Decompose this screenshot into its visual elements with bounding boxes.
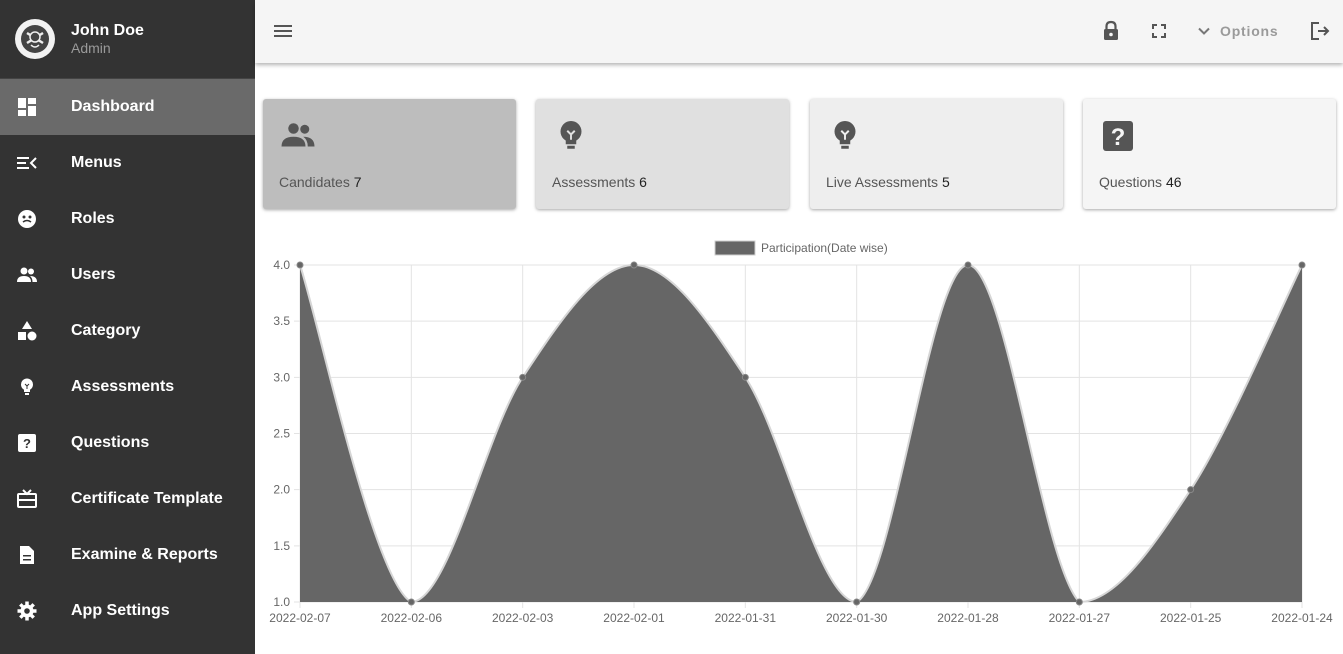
y-tick-label: 2.5 [273, 427, 290, 441]
x-tick-label: 2022-02-01 [603, 611, 665, 625]
sidebar-item-label: Examine & Reports [71, 546, 218, 563]
x-tick-label: 2022-01-25 [1160, 611, 1222, 625]
card-count: 5 [941, 174, 950, 190]
svg-text:?: ? [23, 436, 31, 451]
x-tick-label: 2022-01-31 [715, 611, 777, 625]
user-profile: John Doe Admin [0, 0, 255, 79]
data-point [964, 261, 972, 269]
sidebar-item-assessments[interactable]: Assessments [0, 359, 255, 415]
sidebar-item-label: Dashboard [71, 98, 155, 115]
legend-swatch [714, 240, 756, 256]
users-icon [17, 265, 37, 285]
x-tick-label: 2022-02-07 [269, 611, 331, 625]
hamburger-icon[interactable] [271, 19, 295, 43]
sidebar-item-questions[interactable]: ? Questions [0, 415, 255, 471]
sidebar-item-examine-reports[interactable]: Examine & Reports [0, 527, 255, 583]
avatar[interactable] [15, 19, 55, 59]
logout-icon[interactable] [1308, 19, 1332, 43]
data-point [407, 598, 415, 606]
fullscreen-icon[interactable] [1147, 19, 1171, 43]
data-point [1298, 261, 1306, 269]
sidebar-item-app-settings[interactable]: App Settings [0, 583, 255, 639]
card-count: 46 [1165, 174, 1182, 190]
x-tick-label: 2022-01-27 [1049, 611, 1111, 625]
card-label: Live Assessments 5 [826, 174, 950, 190]
sidebar-item-certificate-template[interactable]: Certificate Template [0, 471, 255, 527]
x-tick-label: 2022-01-24 [1271, 611, 1333, 625]
sidebar-nav: Dashboard Menus Roles Users Category Ass… [0, 79, 255, 639]
options-label: Options [1220, 23, 1279, 39]
lightbulb-icon [17, 377, 37, 397]
data-point [1075, 598, 1083, 606]
gear-icon [17, 601, 37, 621]
data-point [1187, 486, 1195, 494]
lock-icon[interactable] [1099, 19, 1123, 43]
question-icon: ? [17, 433, 37, 453]
sidebar-item-menus[interactable]: Menus [0, 135, 255, 191]
x-tick-label: 2022-02-03 [492, 611, 554, 625]
questions-card[interactable]: ? Questions 46 [1083, 99, 1336, 209]
legend-label: Participation(Date wise) [761, 241, 888, 255]
y-tick-label: 1.5 [273, 539, 290, 553]
sidebar-item-label: Certificate Template [71, 490, 223, 507]
card-count: 7 [353, 174, 362, 190]
card-count: 6 [639, 174, 647, 190]
card-label: Questions 46 [1099, 174, 1182, 190]
data-point [630, 261, 638, 269]
data-point [741, 373, 749, 381]
topbar: Options [255, 0, 1343, 63]
y-tick-label: 4.0 [273, 258, 290, 272]
menu-open-icon [17, 153, 37, 173]
svg-text:?: ? [1111, 124, 1126, 151]
data-point [853, 598, 861, 606]
category-icon [17, 321, 37, 341]
data-point [296, 261, 304, 269]
question-icon: ? [1100, 118, 1136, 154]
sidebar-item-users[interactable]: Users [0, 247, 255, 303]
lightbulb-icon [827, 118, 863, 154]
sidebar-item-dashboard[interactable]: Dashboard [0, 79, 255, 135]
user-role: Admin [71, 40, 111, 56]
sidebar-item-label: Menus [71, 154, 122, 171]
sidebar-item-roles[interactable]: Roles [0, 191, 255, 247]
candidates-card[interactable]: Candidates 7 [263, 99, 516, 209]
live-assessments-card[interactable]: Live Assessments 5 [810, 99, 1063, 209]
participation-chart: 4.0 3.5 3.0 2.5 2.0 1.5 1.0 2022-02-07 2022-02-0… [255, 230, 1343, 654]
sidebar-item-label: Category [71, 322, 141, 339]
sidebar-item-category[interactable]: Category [0, 303, 255, 359]
user-name: John Doe [71, 22, 144, 39]
card-label: Assessments 6 [552, 174, 647, 190]
lightbulb-icon [553, 118, 589, 154]
x-tick-label: 2022-02-06 [381, 611, 443, 625]
sidebar: John Doe Admin Dashboard Menus Roles Use… [0, 0, 255, 654]
certificate-icon [17, 489, 37, 509]
users-icon [280, 118, 316, 154]
dashboard-icon [17, 97, 37, 117]
sidebar-item-label: Assessments [71, 378, 175, 395]
roles-icon [17, 209, 37, 229]
y-tick-label: 1.0 [273, 595, 290, 609]
x-tick-label: 2022-01-28 [937, 611, 999, 625]
chevron-down-icon [1198, 27, 1210, 35]
avatar-icon [21, 25, 49, 53]
chart-svg: 4.0 3.5 3.0 2.5 2.0 1.5 1.0 2022-02-07 2022-02-0… [269, 240, 1333, 625]
sidebar-item-label: App Settings [71, 602, 170, 619]
sidebar-item-label: Roles [71, 210, 115, 227]
assessments-card[interactable]: Assessments 6 [536, 99, 789, 209]
y-tick-label: 3.5 [273, 314, 290, 328]
y-tick-label: 2.0 [273, 483, 290, 497]
report-icon [17, 545, 37, 565]
data-point [519, 373, 527, 381]
sidebar-item-label: Questions [71, 434, 150, 451]
sidebar-item-label: Users [71, 266, 116, 283]
options-dropdown[interactable]: Options [1196, 19, 1278, 43]
y-tick-label: 3.0 [273, 370, 290, 384]
x-tick-label: 2022-01-30 [826, 611, 888, 625]
card-label: Candidates 7 [279, 174, 362, 190]
